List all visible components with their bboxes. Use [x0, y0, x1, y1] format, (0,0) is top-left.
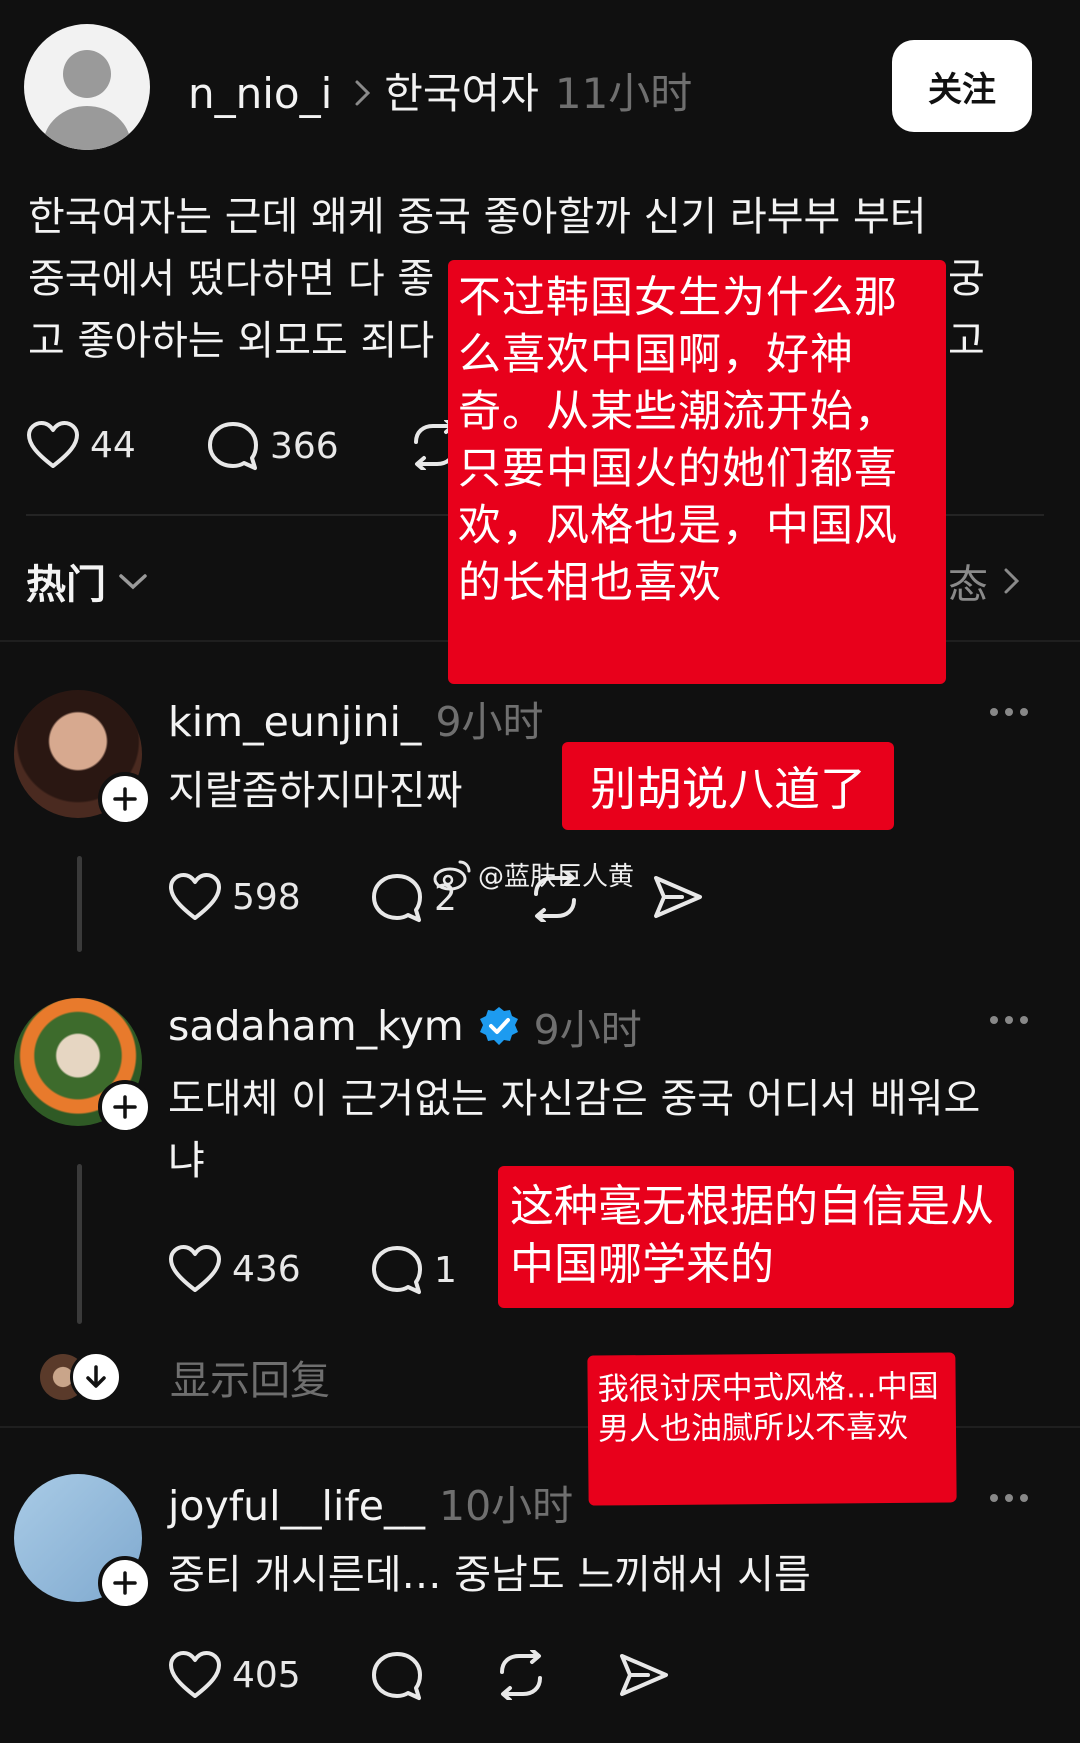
chevron-right-icon	[354, 78, 372, 112]
reply-text: 중티 개시른데… 중남도 느끼해서 시름	[168, 1552, 811, 1598]
follow-plus-button[interactable]	[98, 1556, 152, 1610]
reply3-translation-text: 我很讨厌中式风格…中国男人也油腻所以不喜欢	[597, 1368, 939, 1448]
follow-button[interactable]: 关注	[892, 40, 1032, 132]
reply-author-name[interactable]: kim_eunjini_	[168, 698, 421, 746]
reply-like-button[interactable]: 598	[168, 872, 301, 922]
comment-icon	[372, 1652, 422, 1700]
reply-comment-count: 1	[434, 1249, 457, 1291]
post-translation-text: 不过韩国女生为什么那么喜欢中国啊，好神奇。从某些潮流开始，只要中国火的她们都喜欢…	[458, 273, 898, 608]
reply-like-button[interactable]: 405	[168, 1650, 301, 1700]
post-like-count: 44	[90, 424, 136, 466]
reply1-translation-text: 别胡说八道了	[590, 762, 866, 816]
post-comment-button[interactable]: 366	[206, 420, 339, 472]
post-line-2-tail: 궁	[948, 256, 985, 302]
show-replies-button[interactable]: 显示回复	[40, 1348, 330, 1406]
chevron-right-icon	[1004, 568, 1020, 594]
sort-label: 热门	[26, 562, 106, 608]
post-comment-count: 366	[270, 425, 339, 467]
reply3-translation-overlay: 我很讨厌中式风格…中国男人也油腻所以不喜欢	[587, 1352, 957, 1506]
post-author-name[interactable]: n_nio_i	[188, 69, 332, 118]
follow-plus-button[interactable]	[98, 1080, 152, 1134]
reply-text-line-2: 냐	[168, 1138, 205, 1184]
post-line-1: 한국여자는 근데 왜케 중국 좋아할까 신기 라부부 부터	[28, 194, 927, 240]
comment-icon	[372, 874, 422, 922]
more-options-icon[interactable]	[990, 1494, 1028, 1502]
chevron-down-icon	[119, 574, 147, 590]
reply-time: 9小时	[533, 1006, 642, 1054]
post-time: 11小时	[554, 69, 693, 118]
post-line-3: 고 좋아하는 외모도 죄다	[28, 318, 435, 364]
plus-icon	[113, 1095, 137, 1119]
heart-icon	[169, 1651, 221, 1698]
reply-time: 9小时	[435, 698, 544, 746]
reply-text: 지랄좀하지마진짜	[168, 768, 463, 814]
default-avatar-icon	[43, 50, 131, 150]
reply2-translation-overlay: 这种毫无根据的自信是从中国哪学来的	[498, 1166, 1014, 1308]
comment-icon	[208, 422, 258, 470]
weibo-icon	[433, 860, 471, 890]
share-icon[interactable]	[652, 872, 704, 926]
thread-line	[77, 856, 82, 952]
follow-plus-button[interactable]	[98, 772, 152, 826]
reply-like-count: 598	[232, 876, 301, 918]
reply1-translation-overlay: 别胡说八道了	[562, 742, 894, 830]
more-options-icon[interactable]	[990, 1016, 1028, 1024]
post-line-3-tail: 고	[948, 318, 985, 364]
arrow-down-circle-icon	[70, 1351, 122, 1403]
reply-time: 10小时	[439, 1482, 574, 1530]
thread-line	[77, 1164, 82, 1324]
community-name[interactable]: 한국여자	[384, 60, 539, 121]
reply-like-count: 436	[232, 1248, 301, 1290]
reply-text-line-1: 도대체 이 근거없는 자신감은 중국 어디서 배워오	[168, 1076, 981, 1122]
share-icon[interactable]	[618, 1650, 670, 1704]
heart-icon	[27, 421, 79, 468]
verified-badge-icon	[479, 1007, 518, 1045]
heart-icon	[169, 873, 221, 920]
reply-author-name[interactable]: joyful__life__	[168, 1482, 425, 1530]
follow-label: 关注	[928, 69, 996, 110]
reply-like-count: 405	[232, 1654, 301, 1696]
post-like-button[interactable]: 44	[26, 420, 136, 470]
author-avatar[interactable]	[24, 24, 150, 150]
more-options-icon[interactable]	[990, 708, 1028, 716]
plus-icon	[113, 787, 137, 811]
sort-dropdown[interactable]: 热门	[26, 552, 150, 610]
repost-icon[interactable]	[494, 1648, 548, 1704]
reply-comment-button[interactable]	[370, 1650, 424, 1706]
plus-icon	[113, 1571, 137, 1595]
post-line-2: 중국에서 떴다하면 다 좋	[28, 256, 435, 302]
post-translation-overlay: 不过韩国女生为什么那么喜欢中国啊，好神奇。从某些潮流开始，只要中国火的她们都喜欢…	[448, 260, 946, 684]
comment-icon	[372, 1246, 422, 1294]
heart-icon	[169, 1245, 221, 1292]
reply2-translation-text: 这种毫无根据的自信是从中国哪学来的	[510, 1181, 994, 1290]
activity-link[interactable]: 态	[948, 552, 1022, 610]
weibo-watermark: @蓝肤巨人黄	[432, 856, 634, 893]
reply-like-button[interactable]: 436	[168, 1244, 301, 1294]
watermark-text: @蓝肤巨人黄	[478, 862, 635, 892]
reply-comment-button[interactable]: 1	[370, 1244, 457, 1296]
reply-author-name[interactable]: sadaham_kym	[168, 1002, 464, 1050]
activity-label: 态	[948, 562, 988, 608]
show-replies-label: 显示回复	[170, 1358, 330, 1404]
